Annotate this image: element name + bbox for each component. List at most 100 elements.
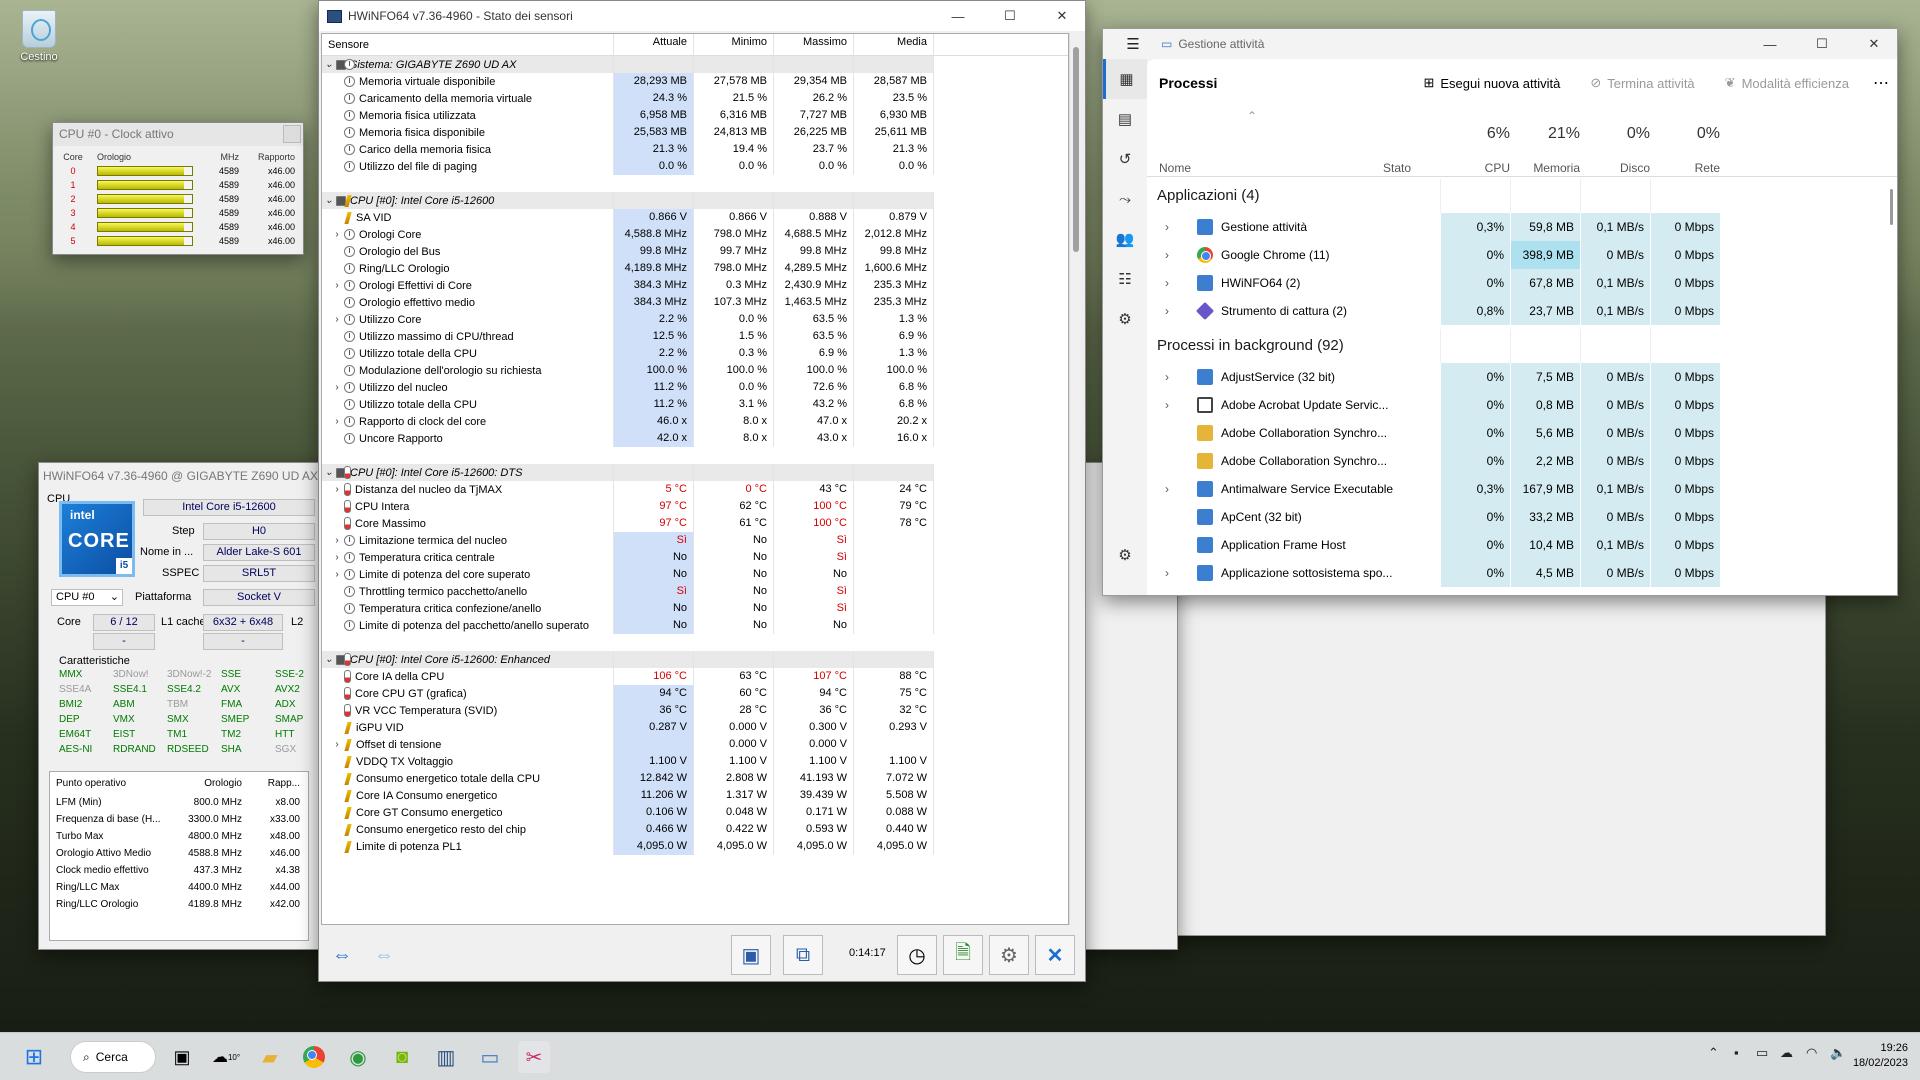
tray-app-icon[interactable]: ▪: [1734, 1045, 1739, 1060]
file-explorer-icon[interactable]: ▰: [254, 1041, 286, 1073]
hwinfo-sensors-window[interactable]: HWiNFO64 v7.36-4960 - Stato dei sensori —…: [318, 0, 1086, 982]
clock-icon[interactable]: ◷: [897, 935, 937, 975]
sensor-row[interactable]: Utilizzo massimo di CPU/thread 12.5 % 1.5 …: [322, 328, 1068, 345]
chevron-down-icon[interactable]: ⌄: [322, 467, 336, 478]
sensor-row[interactable]: Carico della memoria fisica 21.3 % 19.4 % 2…: [322, 141, 1068, 158]
chevron-right-icon[interactable]: ›: [330, 229, 344, 240]
search-box[interactable]: ⌕ Cerca: [70, 1041, 156, 1073]
sensor-row[interactable]: Limite di potenza del pacchetto/anello s…: [322, 617, 1068, 634]
chevron-right-icon[interactable]: ›: [1165, 566, 1169, 580]
sensor-row[interactable]: Utilizzo totale della CPU 2.2 % 0.3 % 6.9 %…: [322, 345, 1068, 362]
col-sensor[interactable]: Sensore: [322, 34, 614, 55]
chevron-right-icon[interactable]: ›: [330, 739, 344, 750]
sensor-row[interactable]: › Utilizzo Core 2.2 % 0.0 % 63.5 % 1.3 %: [322, 311, 1068, 328]
task-manager-titlebar[interactable]: ☰ ▭ Gestione attività — ☐ ✕: [1103, 29, 1897, 59]
process-row[interactable]: 0% 5,6 MB 0 MB/s 0 Mbps Adobe Collaboration …: [1147, 419, 1897, 447]
sensor-row[interactable]: Utilizzo del file di paging 0.0 % 0.0 % 0.0…: [322, 158, 1068, 175]
chevron-right-icon[interactable]: ›: [330, 382, 344, 393]
chevron-down-icon[interactable]: ⌄: [322, 59, 336, 70]
weather-widget[interactable]: ☁ 10°: [210, 1041, 242, 1073]
col-status[interactable]: Stato: [1383, 161, 1411, 175]
expand-arrows-icon[interactable]: ⇔: [323, 935, 361, 975]
nvidia-icon[interactable]: ◙: [386, 1041, 418, 1073]
minimize-icon[interactable]: —: [935, 1, 981, 31]
sensor-row[interactable]: iGPU VID 0.287 V 0.000 V 0.300 V 0.293 V: [322, 719, 1068, 736]
settings-icon[interactable]: ⚙: [1103, 535, 1147, 575]
col-disk[interactable]: Disco: [1580, 161, 1650, 175]
chevron-right-icon[interactable]: ›: [1165, 220, 1169, 234]
chevron-right-icon[interactable]: ›: [1165, 370, 1169, 384]
minimize-icon[interactable]: —: [1747, 29, 1793, 59]
chevron-down-icon[interactable]: ⌄: [322, 195, 336, 206]
process-row[interactable]: 0% 4,5 MB 0 MB/s 0 Mbps › Applicazione sottos…: [1147, 559, 1897, 587]
taskbar-clock[interactable]: 19:26 18/02/2023: [1853, 1041, 1908, 1071]
process-scrollbar[interactable]: [1890, 189, 1893, 225]
details-icon[interactable]: ☷: [1103, 259, 1147, 299]
process-row[interactable]: 0% 10,4 MB 0,1 MB/s 0 Mbps Application Frame…: [1147, 531, 1897, 559]
sensor-row[interactable]: Orologio del Bus 99.8 MHz 99.7 MHz 99.8 MHz…: [322, 243, 1068, 260]
sensor-row[interactable]: › Distanza del nucleo da TjMAX 5 °C 0 °C 43 …: [322, 481, 1068, 498]
process-row[interactable]: 0% 33,2 MB 0 MB/s 0 Mbps ApCent (32 bit): [1147, 503, 1897, 531]
clock-window[interactable]: CPU #0 - Clock attivo Core Orologio MHz …: [52, 122, 304, 255]
sensor-row[interactable]: CPU Intera 97 °C 62 °C 100 °C 79 °C: [322, 498, 1068, 515]
chevron-right-icon[interactable]: ›: [1165, 398, 1169, 412]
sensor-row[interactable]: › Limite di potenza del core superato No No…: [322, 566, 1068, 583]
sensor-row[interactable]: › Orologi Core 4,588.8 MHz 798.0 MHz 4,688.5…: [322, 226, 1068, 243]
col-current[interactable]: Attuale: [614, 34, 694, 55]
monitor-tray-icon[interactable]: ▭: [1756, 1045, 1768, 1061]
sensor-row[interactable]: › Offset di tensione 0.000 V 0.000 V: [322, 736, 1068, 753]
sensor-row[interactable]: Consumo energetico totale della CPU 12.84…: [322, 770, 1068, 787]
collapse-arrows-icon[interactable]: ⇔: [365, 935, 403, 975]
sensor-row[interactable]: Memoria virtuale disponibile 28,293 MB 27,…: [322, 73, 1068, 90]
sensor-group[interactable]: ⌄ CPU [#0]: Intel Core i5-12600: DTS: [322, 464, 934, 481]
sensor-row[interactable]: › Utilizzo del nucleo 11.2 % 0.0 % 72.6 % 6.8…: [322, 379, 1068, 396]
close-icon[interactable]: ✕: [1851, 29, 1897, 59]
sensor-row[interactable]: Consumo energetico resto del chip 0.466 W…: [322, 821, 1068, 838]
chevron-right-icon[interactable]: ›: [330, 484, 344, 495]
col-name[interactable]: Nome: [1159, 161, 1191, 175]
chevron-down-icon[interactable]: ⌄: [322, 654, 336, 665]
process-row[interactable]: 0% 67,8 MB 0,1 MB/s 0 Mbps › HWiNFO64 (2): [1147, 269, 1897, 297]
sensor-row[interactable]: Temperatura critica confezione/anello No N…: [322, 600, 1068, 617]
sensor-group[interactable]: ⌄ CPU [#0]: Intel Core i5-12600: Enhanced: [322, 651, 934, 668]
sensor-row[interactable]: Core CPU GT (grafica) 94 °C 60 °C 94 °C 75 °…: [322, 685, 1068, 702]
sensor-row[interactable]: Modulazione dell'orologio su richiesta 10…: [322, 362, 1068, 379]
chevron-right-icon[interactable]: ›: [1165, 248, 1169, 262]
col-avg[interactable]: Media: [854, 34, 934, 55]
cpu-select[interactable]: CPU #0 ⌄: [51, 589, 123, 606]
chevron-right-icon[interactable]: ›: [330, 314, 344, 325]
task-manager-window[interactable]: ☰ ▭ Gestione attività — ☐ ✕ ▦ ▤ ↺ ⤳ 👥 ☷ ⚙ …: [1102, 28, 1898, 596]
wifi-icon[interactable]: ◠: [1806, 1045, 1817, 1061]
show-hidden-icons-icon[interactable]: ⌃: [1708, 1045, 1719, 1061]
menu-icon[interactable]: ☰: [1111, 35, 1155, 53]
chevron-right-icon[interactable]: ›: [1165, 304, 1169, 318]
process-row[interactable]: 0,3% 59,8 MB 0,1 MB/s 0 Mbps › Gestione attiv…: [1147, 213, 1897, 241]
onedrive-icon[interactable]: ☁: [1780, 1045, 1793, 1061]
close-sensors-icon[interactable]: ✕: [1035, 935, 1075, 975]
sensor-row[interactable]: › Limitazione termica del nucleo Sì No Sì: [322, 532, 1068, 549]
sensor-row[interactable]: › Orologi Effettivi di Core 384.3 MHz 0.3 M…: [322, 277, 1068, 294]
chevron-right-icon[interactable]: ›: [1165, 482, 1169, 496]
sensor-table[interactable]: Sensore Attuale Minimo Massimo Media ⌄ Si…: [321, 33, 1069, 925]
process-row[interactable]: 0,3% 167,9 MB 0,1 MB/s 0 Mbps › Antimalware S…: [1147, 475, 1897, 503]
scrollbar-thumb[interactable]: [1073, 47, 1079, 252]
chevron-right-icon[interactable]: ›: [330, 569, 344, 580]
sensor-row[interactable]: Ring/LLC Orologio 4,189.8 MHz 798.0 MHz 4,2…: [322, 260, 1068, 277]
gear-icon[interactable]: ⚙: [989, 935, 1029, 975]
hwinfo-taskbar-icon[interactable]: ▥: [430, 1041, 462, 1073]
processes-icon[interactable]: ▦: [1103, 59, 1147, 99]
network-icon[interactable]: ⧉: [783, 935, 823, 975]
col-network[interactable]: Rete: [1650, 161, 1720, 175]
sensor-group[interactable]: ⌄ CPU [#0]: Intel Core i5-12600: [322, 192, 934, 209]
sensor-row[interactable]: Memoria fisica disponibile 25,583 MB 24,81…: [322, 124, 1068, 141]
task-manager-taskbar-icon[interactable]: ▭: [474, 1041, 506, 1073]
users-icon[interactable]: 👥: [1103, 219, 1147, 259]
col-max[interactable]: Massimo: [774, 34, 854, 55]
sensor-row[interactable]: Core IA della CPU 106 °C 63 °C 107 °C 88 °C: [322, 668, 1068, 685]
hwinfo-titlebar[interactable]: HWiNFO64 v7.36-4960 - Stato dei sensori —…: [319, 1, 1085, 31]
sensor-row[interactable]: VDDQ TX Voltaggio 1.100 V 1.100 V 1.100 V 1.…: [322, 753, 1068, 770]
process-row[interactable]: 0% 7,5 MB 0 MB/s 0 Mbps › AdjustService (32 b…: [1147, 363, 1897, 391]
chevron-right-icon[interactable]: ›: [330, 552, 344, 563]
sensor-row[interactable]: SA VID 0.866 V 0.866 V 0.888 V 0.879 V: [322, 209, 1068, 226]
close-icon[interactable]: ✕: [1039, 1, 1085, 31]
